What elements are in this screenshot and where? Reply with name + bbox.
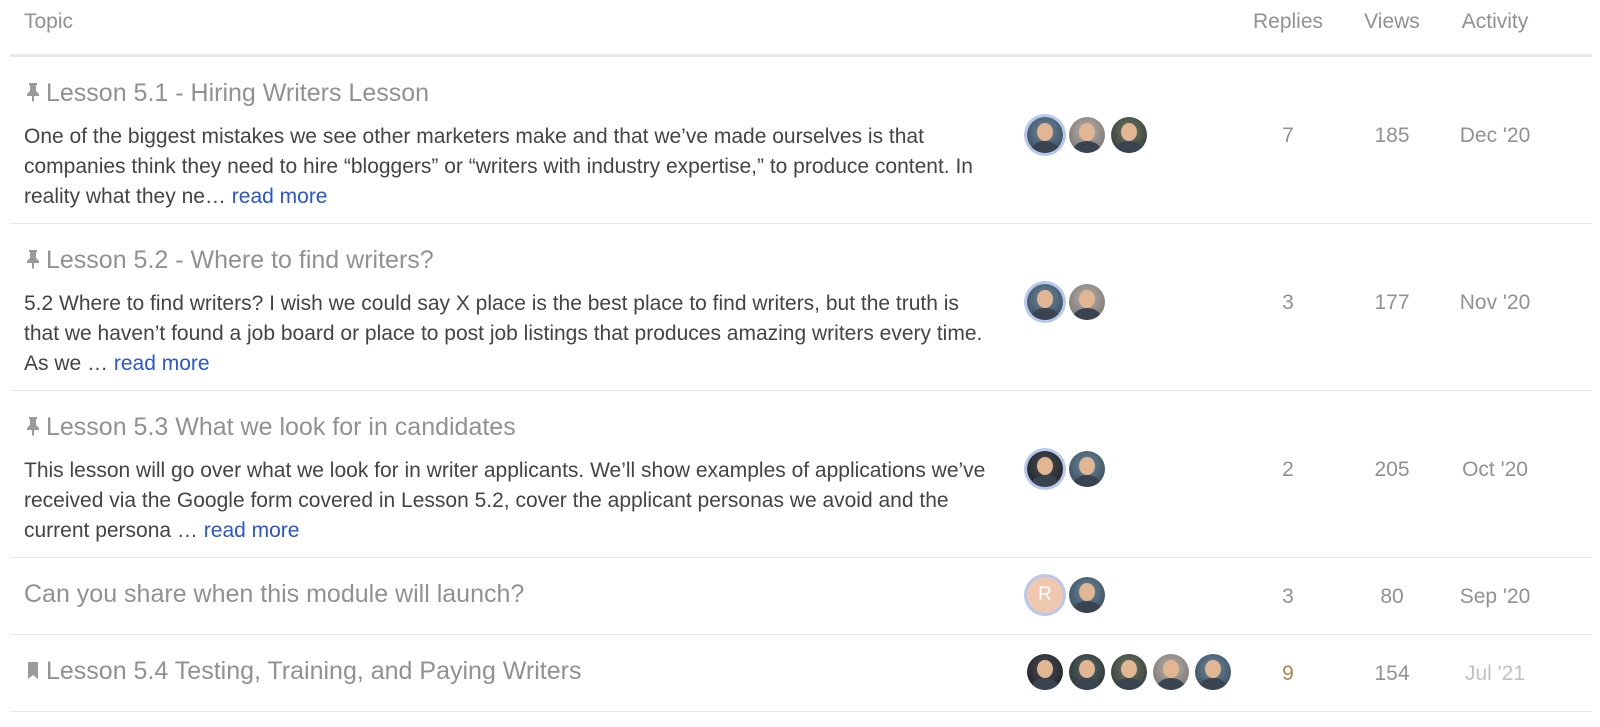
replies-count: 7 xyxy=(1282,124,1294,147)
views-count: 185 xyxy=(1374,124,1410,147)
topic-posters xyxy=(1027,654,1231,690)
topic-title-link[interactable]: Can you share when this module will laun… xyxy=(24,580,524,608)
pin-icon xyxy=(24,82,44,102)
column-header-views[interactable]: Views xyxy=(1352,10,1432,34)
topic-title-link[interactable]: Lesson 5.2 - Where to find writers? xyxy=(46,246,434,274)
views-count: 205 xyxy=(1374,458,1410,481)
activity-date[interactable]: Sep '20 xyxy=(1450,585,1540,609)
read-more-link[interactable]: read more xyxy=(114,352,210,375)
topic-title-link[interactable]: Lesson 5.1 - Hiring Writers Lesson xyxy=(46,79,429,107)
topic-row: Lesson 5.3 What we look for in candidate… xyxy=(10,391,1592,558)
avatar[interactable] xyxy=(1027,451,1063,487)
avatar[interactable] xyxy=(1027,117,1063,153)
activity-date[interactable]: Oct '20 xyxy=(1450,458,1540,482)
bookmark-icon xyxy=(24,660,44,680)
topic-title-line: Lesson 5.4 Testing, Training, and Paying… xyxy=(24,657,582,686)
avatar[interactable] xyxy=(1069,451,1105,487)
read-more-link[interactable]: read more xyxy=(232,185,328,208)
topic-excerpt: 5.2 Where to find writers? I wish we cou… xyxy=(24,289,994,379)
topic-title-line: Lesson 5.3 What we look for in candidate… xyxy=(24,413,516,442)
avatar[interactable] xyxy=(1069,577,1105,613)
topic-posters: R xyxy=(1027,577,1105,613)
activity-date[interactable]: Dec '20 xyxy=(1450,124,1540,148)
replies-count: 3 xyxy=(1282,291,1294,314)
pin-icon xyxy=(24,416,44,436)
avatar[interactable] xyxy=(1153,654,1189,690)
avatar[interactable]: R xyxy=(1027,577,1063,613)
avatar[interactable] xyxy=(1069,117,1105,153)
topic-excerpt-text: This lesson will go over what we look fo… xyxy=(24,459,986,542)
pin-icon xyxy=(24,249,44,269)
read-more-link[interactable]: read more xyxy=(204,519,300,542)
avatar[interactable] xyxy=(1195,654,1231,690)
topic-title-line: Lesson 5.2 - Where to find writers? xyxy=(24,246,434,275)
topic-row: Lesson 5.2 - Where to find writers? 5.2 … xyxy=(10,224,1592,391)
replies-count: 9 xyxy=(1282,662,1294,685)
views-count: 80 xyxy=(1380,585,1404,608)
topic-excerpt-text: One of the biggest mistakes we see other… xyxy=(24,125,973,208)
topic-title-link[interactable]: Lesson 5.3 What we look for in candidate… xyxy=(46,413,516,441)
avatar[interactable] xyxy=(1111,117,1147,153)
views-count: 154 xyxy=(1374,662,1410,685)
topic-posters xyxy=(1027,284,1105,320)
column-header-topic[interactable]: Topic xyxy=(24,10,73,34)
avatar[interactable] xyxy=(1069,654,1105,690)
column-header-replies[interactable]: Replies xyxy=(1246,10,1330,34)
topic-row: Lesson 5.4 Testing, Training, and Paying… xyxy=(10,635,1592,712)
topic-title-line: Can you share when this module will laun… xyxy=(24,580,524,609)
avatar[interactable] xyxy=(1027,654,1063,690)
replies-count: 2 xyxy=(1282,458,1294,481)
topic-posters xyxy=(1027,117,1147,153)
column-header-activity[interactable]: Activity xyxy=(1450,10,1540,34)
topic-title-link[interactable]: Lesson 5.4 Testing, Training, and Paying… xyxy=(46,657,582,685)
topic-row: Can you share when this module will laun… xyxy=(10,558,1592,635)
activity-date[interactable]: Nov '20 xyxy=(1450,291,1540,315)
avatar[interactable] xyxy=(1069,284,1105,320)
activity-date[interactable]: Jul '21 xyxy=(1450,662,1540,686)
replies-count: 3 xyxy=(1282,585,1294,608)
views-count: 177 xyxy=(1374,291,1410,314)
topic-excerpt: This lesson will go over what we look fo… xyxy=(24,456,994,546)
topic-list-header: Topic Replies Views Activity xyxy=(10,0,1592,57)
topic-list: Topic Replies Views Activity Lesson 5.1 … xyxy=(10,0,1592,712)
topic-posters xyxy=(1027,451,1105,487)
avatar[interactable] xyxy=(1111,654,1147,690)
avatar[interactable] xyxy=(1027,284,1063,320)
topic-row: Lesson 5.1 - Hiring Writers Lesson One o… xyxy=(10,57,1592,224)
topic-title-line: Lesson 5.1 - Hiring Writers Lesson xyxy=(24,79,429,108)
topic-excerpt: One of the biggest mistakes we see other… xyxy=(24,122,994,212)
